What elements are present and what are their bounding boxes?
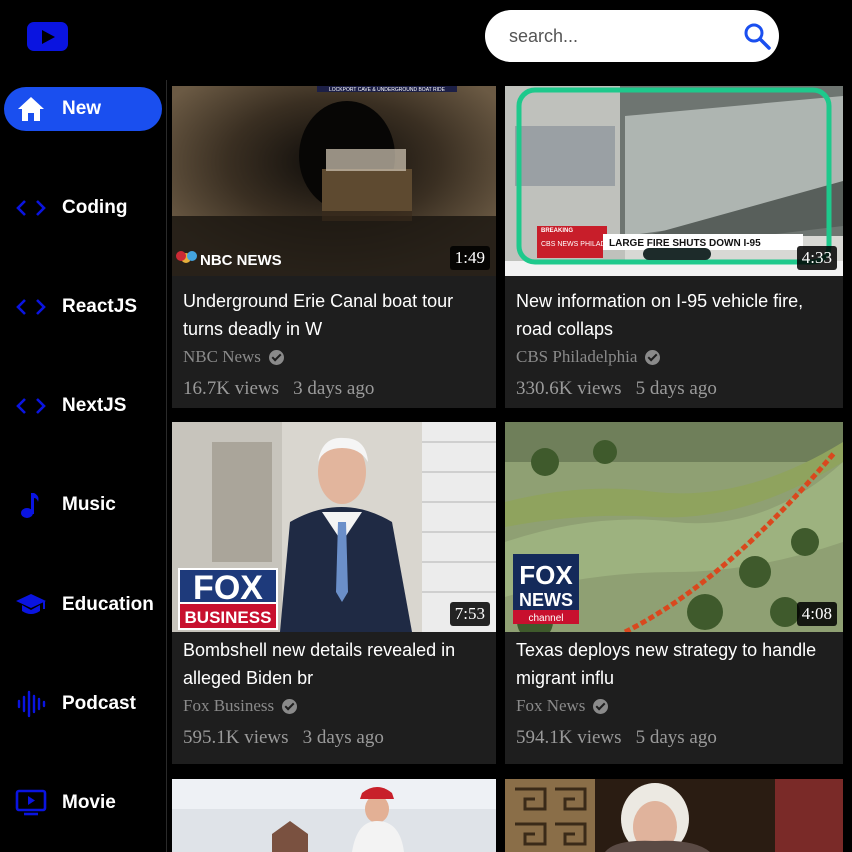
video-title[interactable]: New information on I-95 vehicle fire, ro… <box>516 287 836 343</box>
sidebar-item-label: Movie <box>62 792 116 813</box>
verified-icon <box>268 349 284 365</box>
video-card[interactable]: FOX NEWS channel 4:08 Texas deploys new … <box>505 422 843 764</box>
fox-business-wordmark: BUSINESS <box>185 608 272 627</box>
video-card[interactable]: LOCKPORT CAVE & UNDERGROUND BOAT RIDE NB… <box>172 86 496 408</box>
video-card[interactable] <box>505 779 843 852</box>
soundwave-icon <box>14 687 48 721</box>
video-card[interactable] <box>172 779 496 852</box>
video-title[interactable]: Texas deploys new strategy to handle mig… <box>516 636 836 692</box>
video-thumbnail[interactable]: FOX NEWS channel 4:08 <box>505 422 843 632</box>
music-note-icon <box>14 488 48 522</box>
sidebar-item-movie[interactable]: Movie <box>4 781 162 825</box>
video-thumbnail[interactable]: LOCKPORT CAVE & UNDERGROUND BOAT RIDE NB… <box>172 86 496 276</box>
fox-business-logo: FOX <box>193 569 263 607</box>
youtube-logo-icon[interactable] <box>27 22 68 51</box>
sidebar-item-reactjs[interactable]: ReactJS <box>4 285 162 329</box>
fox-news-logo: FOX <box>519 560 573 590</box>
search-bar <box>485 10 779 62</box>
video-thumbnail[interactable] <box>172 779 496 852</box>
video-meta: 16.7K views 3 days ago <box>183 378 375 399</box>
top-bar <box>0 0 852 80</box>
video-title[interactable]: Underground Erie Canal boat tour turns d… <box>183 287 488 343</box>
sidebar-item-coding[interactable]: Coding <box>4 186 162 230</box>
home-icon <box>14 92 48 126</box>
video-meta: 594.1K views 5 days ago <box>516 727 717 748</box>
sidebar-item-label: Coding <box>62 197 128 218</box>
sidebar: New Coding ReactJS NextJS Music Educatio… <box>0 80 167 852</box>
sidebar-item-education[interactable]: Education <box>4 583 162 627</box>
graduation-cap-icon <box>14 588 48 622</box>
code-icon <box>14 290 48 324</box>
code-icon <box>14 389 48 423</box>
thumbnail-tag: BREAKING <box>541 228 573 234</box>
search-input[interactable] <box>509 23 729 49</box>
search-icon[interactable] <box>743 22 771 50</box>
verified-icon <box>282 698 298 714</box>
video-meta: 330.6K views 5 days ago <box>516 378 717 399</box>
fox-news-channel-label: channel <box>528 613 563 624</box>
fox-news-wordmark: NEWS <box>519 590 573 610</box>
verified-icon <box>645 349 661 365</box>
video-duration: 7:53 <box>449 602 490 626</box>
video-thumbnail[interactable]: BREAKING CBS NEWS PHILADELPHIA LARGE FIR… <box>505 86 843 276</box>
thumbnail-banner: LOCKPORT CAVE & UNDERGROUND BOAT RIDE <box>329 87 446 93</box>
tv-icon <box>14 786 48 820</box>
video-card[interactable]: BREAKING CBS NEWS PHILADELPHIA LARGE FIR… <box>505 86 843 408</box>
sidebar-item-label: Education <box>62 594 154 615</box>
sidebar-item-new[interactable]: New <box>4 87 162 131</box>
sidebar-item-podcast[interactable]: Podcast <box>4 682 162 726</box>
video-duration: 4:08 <box>796 602 837 626</box>
video-thumbnail[interactable] <box>505 779 843 852</box>
code-icon <box>14 191 48 225</box>
channel-name[interactable]: Fox News <box>516 696 609 716</box>
sidebar-item-label: Podcast <box>62 693 136 714</box>
sidebar-item-label: Music <box>62 494 116 515</box>
sidebar-item-label: NextJS <box>62 395 127 416</box>
video-thumbnail[interactable]: FOX BUSINESS 7:53 <box>172 422 496 632</box>
video-duration: 4:33 <box>796 246 837 270</box>
video-duration: 1:49 <box>449 246 490 270</box>
video-title[interactable]: Bombshell new details revealed in allege… <box>183 636 488 692</box>
verified-icon <box>593 698 609 714</box>
sidebar-item-nextjs[interactable]: NextJS <box>4 384 162 428</box>
sidebar-item-music[interactable]: Music <box>4 483 162 527</box>
video-card[interactable]: FOX BUSINESS 7:53 Bombshell new details … <box>172 422 496 764</box>
channel-name[interactable]: Fox Business <box>183 696 298 716</box>
sidebar-item-label: ReactJS <box>62 296 137 317</box>
channel-name[interactable]: CBS Philadelphia <box>516 347 661 367</box>
nbc-news-logo: NBC NEWS <box>200 252 282 269</box>
sidebar-item-label: New <box>62 98 102 119</box>
channel-name[interactable]: NBC News <box>183 347 284 367</box>
thumbnail-headline: LARGE FIRE SHUTS DOWN I-95 <box>609 238 761 249</box>
video-meta: 595.1K views 3 days ago <box>183 727 384 748</box>
